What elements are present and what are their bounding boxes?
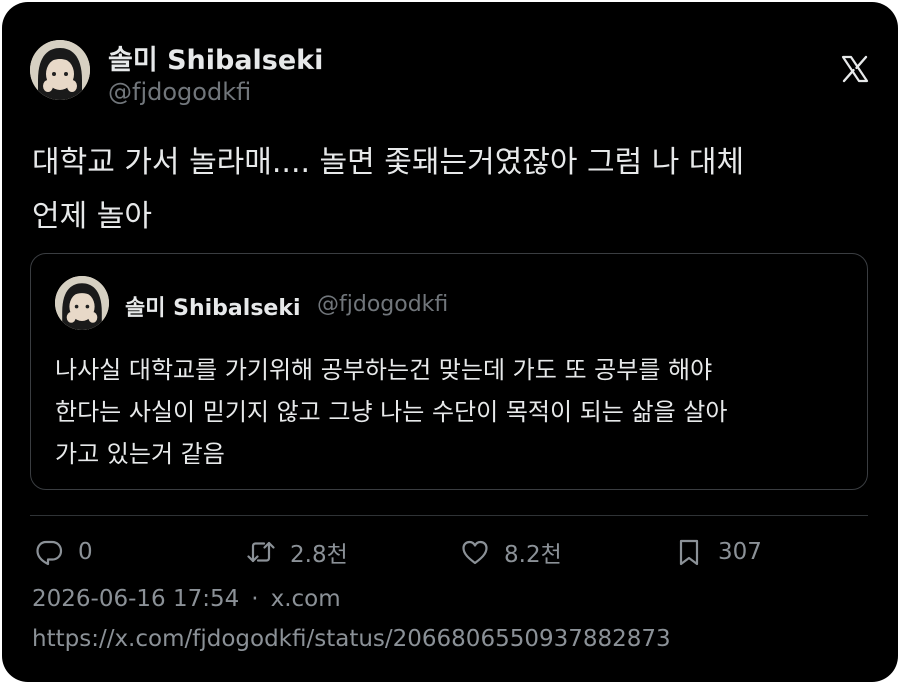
timestamp[interactable]: 2026-06-16 17:54	[32, 586, 239, 612]
reply-icon	[36, 540, 63, 566]
tweet-url[interactable]: https://x.com/fjdogodkfi/status/20668065…	[32, 626, 671, 652]
tweet-text: 대학교 가서 놀라매.... 놀면 좇돼는거였잖아 그럼 나 대체 언제 놀아	[32, 145, 745, 234]
tweet-card: 솔미 Shibalseki @fjdogodkfi 대학교 가서 놀라매....…	[2, 2, 898, 682]
heart-icon	[462, 540, 488, 565]
x-logo-icon[interactable]	[840, 54, 870, 84]
tweet-meta: 2026-06-16 17:54 · x.com	[32, 586, 341, 612]
bookmark-icon	[679, 539, 699, 566]
like-count: 8.2천	[504, 542, 562, 568]
bookmark-button[interactable]: 307	[674, 535, 762, 569]
quoted-author-avatar[interactable]	[55, 276, 109, 330]
retweet-icon	[247, 541, 275, 563]
quoted-author-handle[interactable]: @fjdogodkfi	[317, 292, 448, 317]
meta-separator: ·	[251, 586, 259, 612]
source-link[interactable]: x.com	[271, 586, 341, 612]
retweet-count: 2.8천	[290, 542, 348, 568]
bookmark-count: 307	[718, 539, 762, 565]
quoted-author-name[interactable]: 솔미 Shibalseki	[125, 290, 301, 322]
divider	[30, 515, 868, 516]
reply-count: 0	[78, 539, 93, 565]
author-handle[interactable]: @fjdogodkfi	[108, 78, 251, 106]
quoted-tweet[interactable]: 솔미 Shibalseki @fjdogodkfi 나사실 대학교를 가기위해 …	[30, 253, 868, 490]
author-name[interactable]: 솔미 Shibalseki	[108, 38, 323, 77]
like-button[interactable]: 8.2천	[460, 535, 562, 569]
author-avatar[interactable]	[30, 40, 90, 100]
quoted-tweet-text: 나사실 대학교를 가기위해 공부하는건 맞는데 가도 또 공부를 해야 한다는 …	[55, 356, 728, 468]
retweet-button[interactable]: 2.8천	[246, 535, 348, 569]
reply-button[interactable]: 0	[34, 535, 93, 569]
